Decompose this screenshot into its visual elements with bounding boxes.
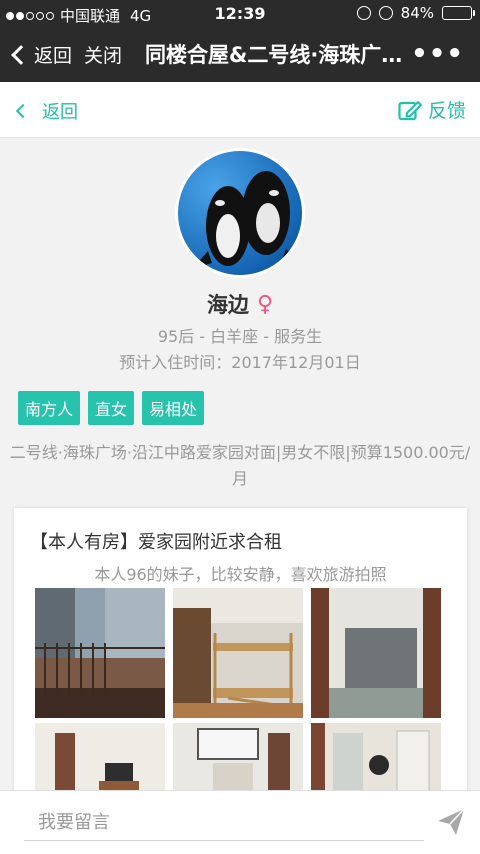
user-name: 海边 (206, 293, 249, 317)
edit-icon (398, 100, 422, 120)
back-link[interactable]: 返回 (14, 98, 78, 124)
living-room-photo[interactable] (35, 723, 165, 793)
chevron-left-icon (11, 44, 31, 65)
feedback-link[interactable]: 反馈 (398, 96, 466, 123)
card-subtitle: 本人96的妹子，比较安静，喜欢旅游拍照 (94, 565, 387, 584)
alarm-icon (378, 6, 393, 20)
page-title: 同楼合屋&二号线·海珠广场·沿江中路爱家园对面 (145, 43, 415, 67)
bunk-bed-photo[interactable] (173, 588, 303, 718)
feedback-label: 反馈 (427, 100, 466, 122)
nav-close-button[interactable]: 关闭 (84, 41, 122, 68)
name-row: 海边 ♀ (0, 289, 480, 319)
send-icon[interactable] (436, 807, 466, 837)
avatar[interactable] (175, 148, 305, 278)
chevron-left-icon (15, 103, 31, 119)
room-mattress-photo[interactable] (311, 588, 441, 718)
back-link-label: 返回 (42, 102, 78, 123)
profile-section: 海边 ♀ 95后 - 白羊座 - 服务生 预计入住时间：2017年12月01日 … (0, 138, 480, 498)
orca-image (192, 171, 302, 269)
listing-description: 二号线·海珠广场·沿江中路爱家园对面|男女不限|预算1500.00元/月 (9, 443, 471, 488)
tag: 直女 (88, 391, 135, 425)
female-icon: ♀ (256, 291, 274, 317)
status-bar: 中国联通 4G 12:39 84% (0, 0, 480, 27)
battery-percent: 84% (400, 4, 434, 22)
kitchen-photo[interactable] (311, 723, 441, 793)
user-meta: 95后 - 白羊座 - 服务生 (157, 327, 323, 346)
balcony-photo[interactable] (35, 588, 165, 718)
message-input[interactable] (24, 805, 424, 841)
nav-back-label: 返回 (34, 45, 73, 67)
move-in-date: 预计入住时间：2017年12月01日 (119, 353, 361, 372)
more-menu-button[interactable]: ••• (411, 39, 464, 69)
card-title: 【本人有房】爱家园附近求合租 (30, 532, 282, 553)
battery-icon (442, 6, 475, 20)
sub-header: 返回 反馈 (0, 82, 480, 138)
compose-bar (0, 790, 480, 854)
status-right: 84% (356, 4, 475, 22)
rotation-lock-icon (356, 6, 371, 20)
tag: 南方人 (18, 391, 81, 425)
tag: 易相处 (142, 391, 205, 425)
listing-card: 【本人有房】爱家园附近求合租 本人96的妹子，比较安静，喜欢旅游拍照 (14, 508, 467, 808)
window-photo[interactable] (173, 723, 303, 793)
browser-nav-bar: 返回 关闭 同楼合屋&二号线·海珠广场·沿江中路爱家园对面 ••• (0, 27, 480, 82)
tag-list: 南方人 直女 易相处 (18, 391, 205, 425)
nav-back-button[interactable]: 返回 (10, 41, 72, 68)
